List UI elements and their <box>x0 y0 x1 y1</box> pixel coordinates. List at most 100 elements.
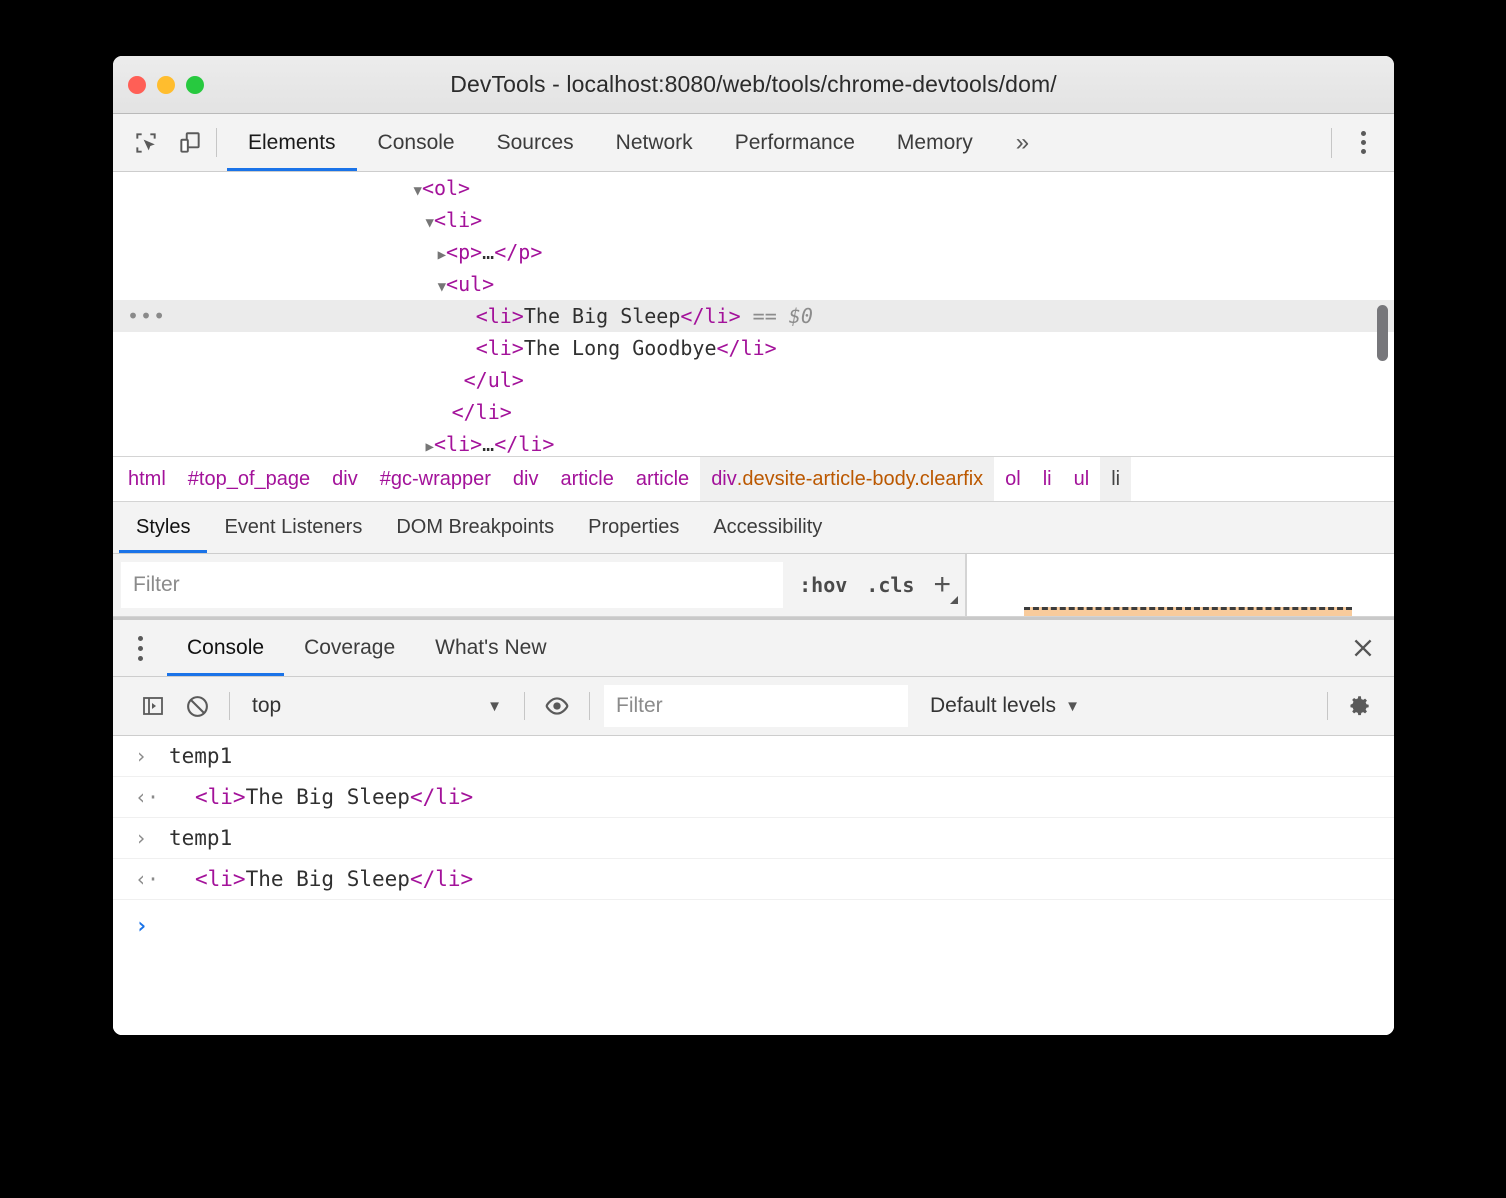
tab-console[interactable]: Console <box>357 114 476 171</box>
console-result-arrow-icon: ‹· <box>135 785 160 809</box>
live-expression-eye-icon[interactable] <box>535 684 579 728</box>
tab-memory[interactable]: Memory <box>876 114 994 171</box>
breadcrumb-item-html[interactable]: html <box>117 457 177 501</box>
console-messages[interactable]: › temp1 ‹· <li>The Big Sleep</li> › temp1 ‹· <l… <box>113 736 1394 952</box>
breadcrumb-item-div-devsite-article-body-clearfix[interactable]: div .devsite-article-body.clearfix <box>700 457 995 501</box>
console-toolbar-divider-2 <box>524 692 525 720</box>
console-filter-input[interactable]: Filter <box>604 685 908 727</box>
styles-filter-row: Filter :hov .cls + <box>113 554 966 616</box>
dom-tree-rows: ▼<ol> ▼<li> ▶<p>…</p> ▼<ul> ••• <li>The Big S… <box>113 172 1394 456</box>
breadcrumb-tag-part: div <box>711 467 737 490</box>
new-style-rule-button[interactable]: + <box>933 570 958 604</box>
drawer-tab-whats-new[interactable]: What's New <box>415 620 566 676</box>
hov-button[interactable]: :hov <box>799 573 847 597</box>
inspect-element-icon[interactable] <box>131 128 161 158</box>
chevron-down-icon: ▼ <box>487 697 502 715</box>
window-titlebar: DevTools - localhost:8080/web/tools/chro… <box>113 56 1394 114</box>
dom-row[interactable]: ▼<ul> <box>113 268 1394 300</box>
breadcrumb-item-ul[interactable]: ul <box>1063 457 1101 501</box>
console-result-arrow-icon: ‹· <box>135 867 160 891</box>
twisty-collapsed-icon[interactable]: ▶ <box>438 247 446 263</box>
console-sidebar-toggle-icon[interactable] <box>131 684 175 728</box>
breadcrumb-item--gc-wrapper[interactable]: #gc-wrapper <box>369 457 502 501</box>
twisty-expanded-icon[interactable]: ▼ <box>414 183 422 199</box>
console-result-message[interactable]: ‹· <li>The Big Sleep</li> <box>113 777 1394 818</box>
dom-row[interactable]: ▼<ol> <box>113 172 1394 204</box>
close-window-button[interactable] <box>128 75 146 94</box>
tab-elements[interactable]: Elements <box>227 114 357 171</box>
styles-filter-input[interactable]: Filter <box>121 562 784 608</box>
drawer-menu-icon[interactable] <box>113 620 167 676</box>
console-input-message[interactable]: › temp1 <box>113 736 1394 777</box>
cls-button[interactable]: .cls <box>866 573 914 597</box>
dom-tag: <li> <box>433 208 483 232</box>
console-txt: The Big Sleep <box>245 867 410 891</box>
maximize-window-button[interactable] <box>186 75 204 94</box>
dom-row-selected[interactable]: ••• <li>The Big Sleep</li> == $0 <box>113 300 1394 332</box>
dom-row[interactable]: ▼<li> <box>113 204 1394 236</box>
console-input-message[interactable]: › temp1 <box>113 818 1394 859</box>
tab-styles[interactable]: Styles <box>119 502 208 553</box>
clear-console-icon[interactable] <box>175 684 219 728</box>
tab-event-listeners[interactable]: Event Listeners <box>207 502 379 553</box>
close-drawer-icon[interactable] <box>1332 620 1394 676</box>
twisty-expanded-icon[interactable]: ▼ <box>426 215 434 231</box>
console-context-selector[interactable]: top ▼ <box>240 694 514 718</box>
breadcrumb-item-div[interactable]: div <box>321 457 369 501</box>
console-settings-gear-icon[interactable] <box>1338 684 1382 728</box>
devtools-drawer: Console Coverage What's New top ▼ Filter… <box>113 617 1394 1035</box>
new-style-rule-dropdown-icon[interactable] <box>950 596 958 604</box>
tab-network[interactable]: Network <box>595 114 714 171</box>
tab-properties[interactable]: Properties <box>571 502 696 553</box>
dom-tree-panel[interactable]: ▼<ol> ▼<li> ▶<p>…</p> ▼<ul> ••• <li>The Big S… <box>113 172 1394 456</box>
console-message-text: temp1 <box>169 826 233 850</box>
tab-accessibility[interactable]: Accessibility <box>696 502 839 553</box>
styles-pane: Filter :hov .cls + <box>113 554 1394 617</box>
dom-txt <box>741 304 753 328</box>
styles-sidebar-tabs: Styles Event Listeners DOM Breakpoints P… <box>113 502 1394 554</box>
dom-tag: </li> <box>494 432 555 456</box>
drawer-tab-console[interactable]: Console <box>167 620 285 676</box>
dom-tag: </li> <box>716 336 777 360</box>
dom-tree-scrollbar[interactable] <box>1377 305 1388 361</box>
console-txt: The Big Sleep <box>245 785 410 809</box>
tab-sources[interactable]: Sources <box>476 114 595 171</box>
devtools-menu-icon[interactable] <box>1346 126 1380 160</box>
breadcrumb-item-div[interactable]: div <box>502 457 550 501</box>
breadcrumb-item--top-of-page[interactable]: #top_of_page <box>177 457 321 501</box>
breadcrumb-item-li[interactable]: li <box>1100 457 1132 501</box>
console-log-levels-selector[interactable]: Default levels ▼ <box>930 694 1080 718</box>
dom-row[interactable]: </li> <box>113 396 1394 428</box>
breadcrumb-item-article[interactable]: article <box>549 457 624 501</box>
console-empty-space[interactable] <box>113 952 1394 1035</box>
console-input-arrow-icon: › <box>135 826 148 850</box>
dom-row[interactable]: </ul> <box>113 364 1394 396</box>
tab-dom-breakpoints[interactable]: DOM Breakpoints <box>379 502 571 553</box>
dom-row[interactable]: ▶<p>…</p> <box>113 236 1394 268</box>
dom-row[interactable]: <li>The Long Goodbye</li> <box>113 332 1394 364</box>
console-tag: </li> <box>409 785 474 809</box>
styles-toolbar-buttons: :hov .cls + <box>783 570 965 604</box>
drawer-tab-coverage[interactable]: Coverage <box>284 620 415 676</box>
console-result-message[interactable]: ‹· <li>The Big Sleep</li> <box>113 859 1394 900</box>
dom-tag: <ol> <box>421 176 471 200</box>
console-context-value: top <box>252 694 282 717</box>
dom-row[interactable]: ▶<li>…</li> <box>113 428 1394 456</box>
dom-tag: <p> <box>446 240 483 264</box>
console-tag: </li> <box>409 867 474 891</box>
dom-txt: … <box>482 432 495 456</box>
breadcrumb-item-article[interactable]: article <box>625 457 700 501</box>
window-controls[interactable] <box>128 75 204 94</box>
breadcrumb-item-li[interactable]: li <box>1032 457 1063 501</box>
twisty-collapsed-icon[interactable]: ▶ <box>426 439 434 455</box>
console-prompt[interactable]: › <box>113 900 1394 952</box>
box-model-margin-edge <box>1024 607 1352 616</box>
breadcrumb-item-ol[interactable]: ol <box>994 457 1032 501</box>
device-toolbar-icon[interactable] <box>175 128 205 158</box>
more-tabs-chevron-icon[interactable]: » <box>994 114 1051 171</box>
chevron-down-icon-levels: ▼ <box>1065 697 1080 715</box>
twisty-expanded-icon[interactable]: ▼ <box>438 279 446 295</box>
dom-tag: <li> <box>475 336 524 360</box>
tab-performance[interactable]: Performance <box>714 114 876 171</box>
minimize-window-button[interactable] <box>157 75 175 94</box>
